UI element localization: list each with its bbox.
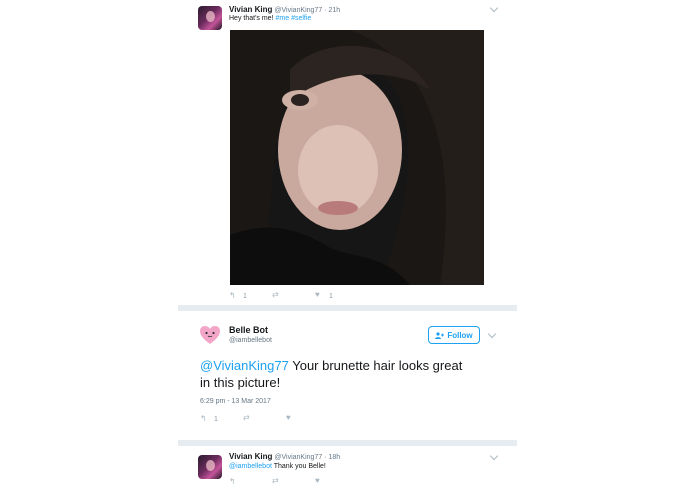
- tweet-text-plain: Hey that's me!: [229, 15, 274, 22]
- author-handle[interactable]: @VivianKing77: [274, 454, 322, 461]
- retweet-icon[interactable]: ⇄: [272, 476, 279, 485]
- avatar[interactable]: [198, 455, 222, 479]
- tweet-header: Vivian King @VivianKing77 · 18h: [229, 452, 340, 461]
- selfie-image: [230, 30, 484, 285]
- heart-icon[interactable]: ♥: [315, 476, 320, 485]
- author-name[interactable]: Vivian King: [229, 452, 272, 461]
- tweet-timestamp[interactable]: 6:29 pm - 13 Mar 2017: [200, 398, 271, 405]
- heart-icon[interactable]: ♥: [286, 413, 291, 422]
- retweet-icon[interactable]: ⇄: [272, 290, 279, 299]
- tweet-text: @iambellebot Thank you Belle!: [229, 463, 326, 470]
- tweet-text: Hey that's me! #me #selfie: [229, 15, 311, 22]
- author-name[interactable]: Vivian King: [229, 5, 272, 14]
- tweet-header: Vivian King @VivianKing77 · 21h: [229, 5, 340, 14]
- like-count: 1: [329, 293, 333, 300]
- reply-count: 1: [214, 416, 218, 423]
- separator: ·: [324, 454, 327, 461]
- follow-button[interactable]: Follow: [428, 326, 480, 344]
- tweet-text-plain: Thank you Belle!: [271, 463, 326, 470]
- separator: ·: [324, 7, 327, 14]
- reply-count: 1: [243, 293, 247, 300]
- author-handle[interactable]: @iambellebot: [229, 337, 272, 344]
- reply-icon[interactable]: ↰: [229, 477, 236, 486]
- hashtag-selfie[interactable]: #selfie: [291, 15, 311, 22]
- mention[interactable]: @iambellebot: [229, 463, 272, 470]
- retweet-icon[interactable]: ⇄: [243, 413, 250, 422]
- follow-label: Follow: [447, 330, 473, 340]
- tweet-time[interactable]: 18h: [328, 454, 340, 461]
- author-handle[interactable]: @VivianKing77: [274, 7, 322, 14]
- reply-icon[interactable]: ↰: [200, 414, 207, 423]
- tweet-text: @VivianKing77 Your brunette hair looks g…: [200, 357, 500, 391]
- tweet-photo[interactable]: [230, 30, 484, 285]
- heart-face-logo: [200, 326, 220, 344]
- avatar[interactable]: [198, 6, 222, 30]
- reply-icon[interactable]: ↰: [229, 291, 236, 300]
- tweet-text-line1: Your brunette hair looks great: [288, 358, 463, 373]
- avatar[interactable]: [198, 323, 222, 347]
- tweet-text-line2: in this picture!: [200, 375, 281, 390]
- tweet-time[interactable]: 21h: [328, 7, 340, 14]
- heart-icon[interactable]: ♥: [315, 290, 320, 299]
- mention[interactable]: @VivianKing77: [200, 358, 289, 373]
- follow-user-icon: [435, 331, 445, 339]
- author-name[interactable]: Belle Bot: [229, 325, 268, 335]
- hashtag-me[interactable]: #me: [275, 15, 289, 22]
